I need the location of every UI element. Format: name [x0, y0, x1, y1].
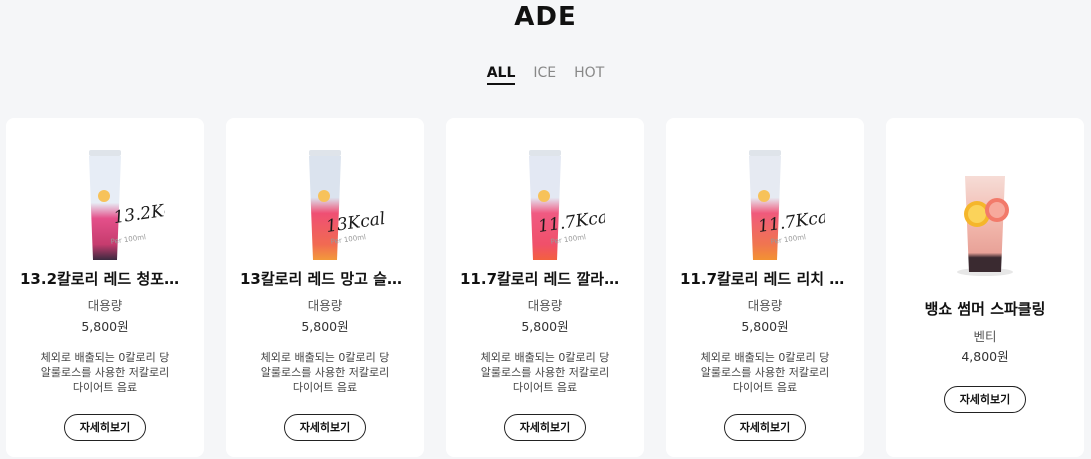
- desc-line: 알룰로스를 사용한 저칼로리: [480, 366, 610, 379]
- product-card[interactable]: 13.2Kcal Per 100ml 13.2칼로리 레드 청포도 에이드 대용…: [6, 118, 204, 457]
- product-name: 뱅쇼 썸머 스파클링: [924, 300, 1046, 318]
- drink-cup-icon: 11.7Kcal Per 100ml: [749, 150, 825, 260]
- product-size: 대용량: [307, 298, 343, 313]
- desc-line: 알룰로스를 사용한 저칼로리: [260, 366, 390, 379]
- tab-all[interactable]: ALL: [486, 65, 516, 85]
- detail-button[interactable]: 자세히보기: [504, 414, 586, 441]
- product-size: 대용량: [87, 298, 123, 313]
- product-card[interactable]: 11.7Kcal Per 100ml 11.7칼로리 레드 깔라만시 에이드 대…: [446, 118, 644, 457]
- product-list: 13.2Kcal Per 100ml 13.2칼로리 레드 청포도 에이드 대용…: [6, 118, 1084, 457]
- product-size: 대용량: [527, 298, 563, 313]
- product-price: 5,800원: [521, 319, 569, 334]
- page: ADE ALL ICE HOT 13.2Kcal Per 100ml 13.2칼…: [0, 0, 1091, 459]
- product-card[interactable]: 11.7Kcal Per 100ml 11.7칼로리 레드 리치 슬림 에이드 …: [666, 118, 864, 457]
- product-card[interactable]: 13Kcal Per 100ml 13칼로리 레드 망고 슬림 에이드 대용량 …: [226, 118, 424, 457]
- page-title: ADE: [514, 2, 577, 32]
- detail-button[interactable]: 자세히보기: [724, 414, 806, 441]
- detail-button[interactable]: 자세히보기: [944, 386, 1026, 413]
- product-description: 체외로 배출되는 0칼로리 당 알룰로스를 사용한 저칼로리 다이어트 음료: [686, 350, 844, 395]
- desc-line: 체외로 배출되는 0칼로리 당: [40, 351, 170, 364]
- drink-cup-icon: 13.2Kcal Per 100ml: [89, 150, 165, 260]
- desc-line: 체외로 배출되는 0칼로리 당: [480, 351, 610, 364]
- desc-line: 다이어트 음료: [732, 381, 798, 394]
- product-image: 11.7Kcal Per 100ml: [666, 146, 864, 266]
- tab-hot[interactable]: HOT: [574, 65, 604, 85]
- drink-cup-icon: 11.7Kcal Per 100ml: [529, 150, 605, 260]
- product-price: 5,800원: [301, 319, 349, 334]
- product-description: 체외로 배출되는 0칼로리 당 알룰로스를 사용한 저칼로리 다이어트 음료: [466, 350, 624, 395]
- tab-ice[interactable]: ICE: [533, 65, 556, 85]
- product-image: 11.7Kcal Per 100ml: [446, 146, 644, 266]
- detail-button[interactable]: 자세히보기: [284, 414, 366, 441]
- detail-button[interactable]: 자세히보기: [64, 414, 146, 441]
- product-price: 5,800원: [741, 319, 789, 334]
- product-name: 11.7칼로리 레드 깔라만시 에이드: [460, 270, 630, 288]
- category-tabs: ALL ICE HOT: [0, 65, 1091, 85]
- product-price: 5,800원: [81, 319, 129, 334]
- product-name: 13.2칼로리 레드 청포도 에이드: [20, 270, 190, 288]
- product-image: 13Kcal Per 100ml: [226, 146, 424, 266]
- desc-line: 다이어트 음료: [512, 381, 578, 394]
- kcal-label: 13.2Kcal: [112, 198, 165, 228]
- product-price: 4,800원: [961, 349, 1009, 364]
- desc-line: 다이어트 음료: [292, 381, 358, 394]
- desc-line: 알룰로스를 사용한 저칼로리: [40, 366, 170, 379]
- product-size: 대용량: [747, 298, 783, 313]
- product-image: 13.2Kcal Per 100ml: [6, 146, 204, 266]
- drink-cup-icon: 13Kcal Per 100ml: [309, 150, 385, 260]
- product-description: 체외로 배출되는 0칼로리 당 알룰로스를 사용한 저칼로리 다이어트 음료: [246, 350, 404, 395]
- product-name: 11.7칼로리 레드 리치 슬림 에이드: [680, 270, 850, 288]
- product-card[interactable]: 뱅쇼 썸머 스파클링 벤티 4,800원 자세히보기: [886, 118, 1084, 457]
- product-name: 13칼로리 레드 망고 슬림 에이드: [240, 270, 410, 288]
- desc-line: 체외로 배출되는 0칼로리 당: [700, 351, 830, 364]
- desc-line: 알룰로스를 사용한 저칼로리: [700, 366, 830, 379]
- product-image: [886, 168, 1084, 288]
- drink-cup-icon: [957, 176, 1013, 276]
- product-size: 벤티: [973, 329, 997, 344]
- desc-line: 체외로 배출되는 0칼로리 당: [260, 351, 390, 364]
- product-description: 체외로 배출되는 0칼로리 당 알룰로스를 사용한 저칼로리 다이어트 음료: [26, 350, 184, 395]
- desc-line: 다이어트 음료: [72, 381, 138, 394]
